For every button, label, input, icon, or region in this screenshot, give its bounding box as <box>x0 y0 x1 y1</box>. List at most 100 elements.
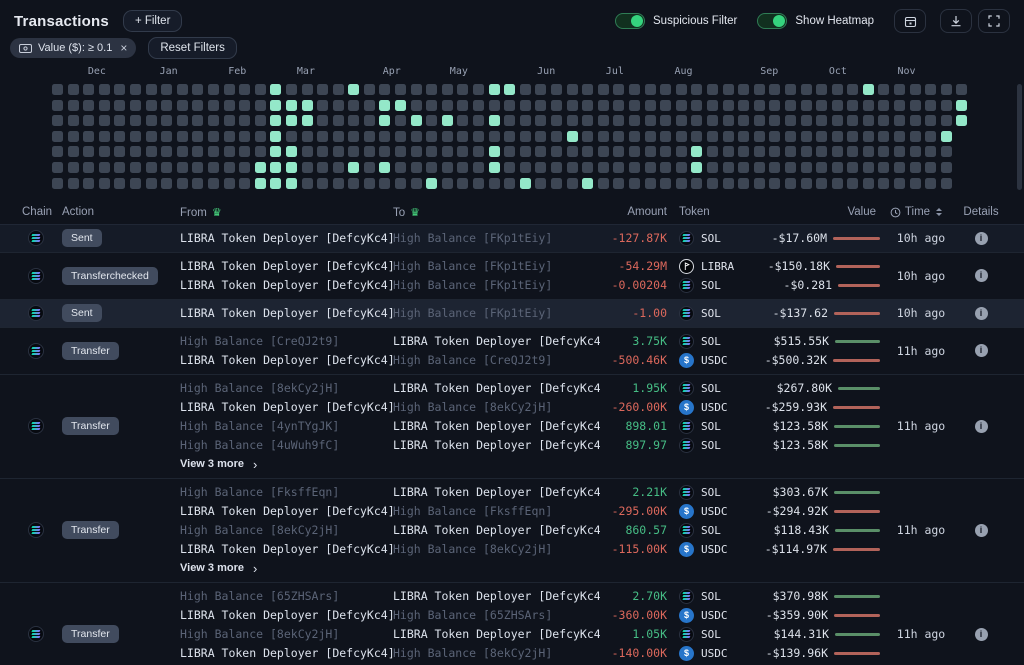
heatmap-cell[interactable] <box>551 131 562 142</box>
heatmap-cell[interactable] <box>535 162 546 173</box>
heatmap-cell[interactable] <box>489 131 500 142</box>
to-address[interactable]: LIBRA Token Deployer [DefcyKc4] <box>393 627 600 641</box>
heatmap-cell[interactable] <box>925 146 936 157</box>
heatmap-cell[interactable] <box>863 178 874 189</box>
heatmap-cell[interactable] <box>348 115 359 126</box>
heatmap-cell[interactable] <box>863 115 874 126</box>
heatmap-cell[interactable] <box>130 100 141 111</box>
heatmap-cell[interactable] <box>676 178 687 189</box>
heatmap-cell[interactable] <box>442 146 453 157</box>
show-heatmap-toggle[interactable]: Show Heatmap <box>757 13 874 29</box>
heatmap-cell[interactable] <box>801 84 812 95</box>
heatmap-cell[interactable] <box>676 146 687 157</box>
heatmap-cell[interactable] <box>832 100 843 111</box>
heatmap-cell[interactable] <box>161 146 172 157</box>
heatmap-cell[interactable] <box>645 115 656 126</box>
heatmap-cell[interactable] <box>239 162 250 173</box>
heatmap-cell[interactable] <box>395 84 406 95</box>
heatmap-cell[interactable] <box>286 84 297 95</box>
heatmap-cell[interactable] <box>582 115 593 126</box>
heatmap-cell[interactable] <box>379 178 390 189</box>
heatmap-cell[interactable] <box>925 84 936 95</box>
heatmap-cell[interactable] <box>457 146 468 157</box>
heatmap-cell[interactable] <box>333 162 344 173</box>
heatmap-cell[interactable] <box>535 146 546 157</box>
heatmap-cell[interactable] <box>239 100 250 111</box>
heatmap-cell[interactable] <box>769 146 780 157</box>
info-icon[interactable]: i <box>975 344 988 357</box>
heatmap-cell[interactable] <box>691 178 702 189</box>
heatmap-cell[interactable] <box>177 146 188 157</box>
heatmap-cell[interactable] <box>457 100 468 111</box>
heatmap-cell[interactable] <box>411 178 422 189</box>
toggle-switch-icon[interactable] <box>615 13 645 29</box>
heatmap-cell[interactable] <box>457 131 468 142</box>
heatmap-cell[interactable] <box>613 100 624 111</box>
heatmap-cell[interactable] <box>442 100 453 111</box>
heatmap-cell[interactable] <box>894 178 905 189</box>
heatmap-cell[interactable] <box>723 162 734 173</box>
heatmap-cell[interactable] <box>582 100 593 111</box>
scrollbar-thumb[interactable] <box>1017 84 1022 190</box>
heatmap-cell[interactable] <box>239 84 250 95</box>
info-icon[interactable]: i <box>975 628 988 641</box>
heatmap-cell[interactable] <box>941 100 952 111</box>
heatmap-cell[interactable] <box>582 131 593 142</box>
heatmap-cell[interactable] <box>691 146 702 157</box>
heatmap-cell[interactable] <box>146 115 157 126</box>
heatmap-cell[interactable] <box>613 84 624 95</box>
heatmap-cell[interactable] <box>411 162 422 173</box>
heatmap-cell[interactable] <box>130 146 141 157</box>
heatmap-cell[interactable] <box>785 115 796 126</box>
heatmap-cell[interactable] <box>629 162 640 173</box>
heatmap-cell[interactable] <box>707 115 718 126</box>
heatmap-cell[interactable] <box>613 131 624 142</box>
heatmap-cell[interactable] <box>489 115 500 126</box>
heatmap-cell[interactable] <box>847 115 858 126</box>
info-icon[interactable]: i <box>975 232 988 245</box>
heatmap-cell[interactable] <box>224 115 235 126</box>
heatmap-cell[interactable] <box>598 131 609 142</box>
from-address[interactable]: LIBRA Token Deployer [DefcyKc4] <box>170 646 393 660</box>
heatmap-cell[interactable] <box>239 115 250 126</box>
heatmap-cell[interactable] <box>707 146 718 157</box>
heatmap-cell[interactable] <box>442 178 453 189</box>
heatmap-cell[interactable] <box>535 100 546 111</box>
heatmap-cell[interactable] <box>723 100 734 111</box>
reset-filters-button[interactable]: Reset Filters <box>148 37 237 59</box>
filter-button[interactable]: + Filter <box>123 10 182 32</box>
heatmap-cell[interactable] <box>941 178 952 189</box>
heatmap-cell[interactable] <box>629 131 640 142</box>
heatmap-cell[interactable] <box>161 115 172 126</box>
heatmap-cell[interactable] <box>910 146 921 157</box>
heatmap-cell[interactable] <box>302 100 313 111</box>
heatmap-cell[interactable] <box>177 178 188 189</box>
heatmap-cell[interactable] <box>161 162 172 173</box>
heatmap-cell[interactable] <box>177 100 188 111</box>
heatmap-cell[interactable] <box>255 115 266 126</box>
heatmap-cell[interactable] <box>754 162 765 173</box>
heatmap-cell[interactable] <box>364 100 375 111</box>
heatmap-cell[interactable] <box>192 115 203 126</box>
heatmap-cell[interactable] <box>411 131 422 142</box>
heatmap-cell[interactable] <box>208 100 219 111</box>
heatmap-cell[interactable] <box>426 178 437 189</box>
heatmap-cell[interactable] <box>894 146 905 157</box>
heatmap-cell[interactable] <box>270 162 281 173</box>
heatmap-cell[interactable] <box>457 115 468 126</box>
heatmap-cell[interactable] <box>660 178 671 189</box>
heatmap-cell[interactable] <box>130 84 141 95</box>
heatmap-cell[interactable] <box>317 131 328 142</box>
heatmap-cell[interactable] <box>473 162 484 173</box>
heatmap-cell[interactable] <box>224 146 235 157</box>
from-address[interactable]: High Balance [CreQJ2t9] <box>170 334 393 348</box>
heatmap-cell[interactable] <box>645 84 656 95</box>
transaction-row[interactable]: SentLIBRA Token Deployer [DefcyKc4]High … <box>0 225 1024 253</box>
heatmap-cell[interactable] <box>629 115 640 126</box>
heatmap-cell[interactable] <box>68 84 79 95</box>
heatmap-cell[interactable] <box>691 100 702 111</box>
heatmap-cell[interactable] <box>598 100 609 111</box>
heatmap-cell[interactable] <box>894 162 905 173</box>
heatmap-cell[interactable] <box>192 84 203 95</box>
heatmap-cell[interactable] <box>894 131 905 142</box>
